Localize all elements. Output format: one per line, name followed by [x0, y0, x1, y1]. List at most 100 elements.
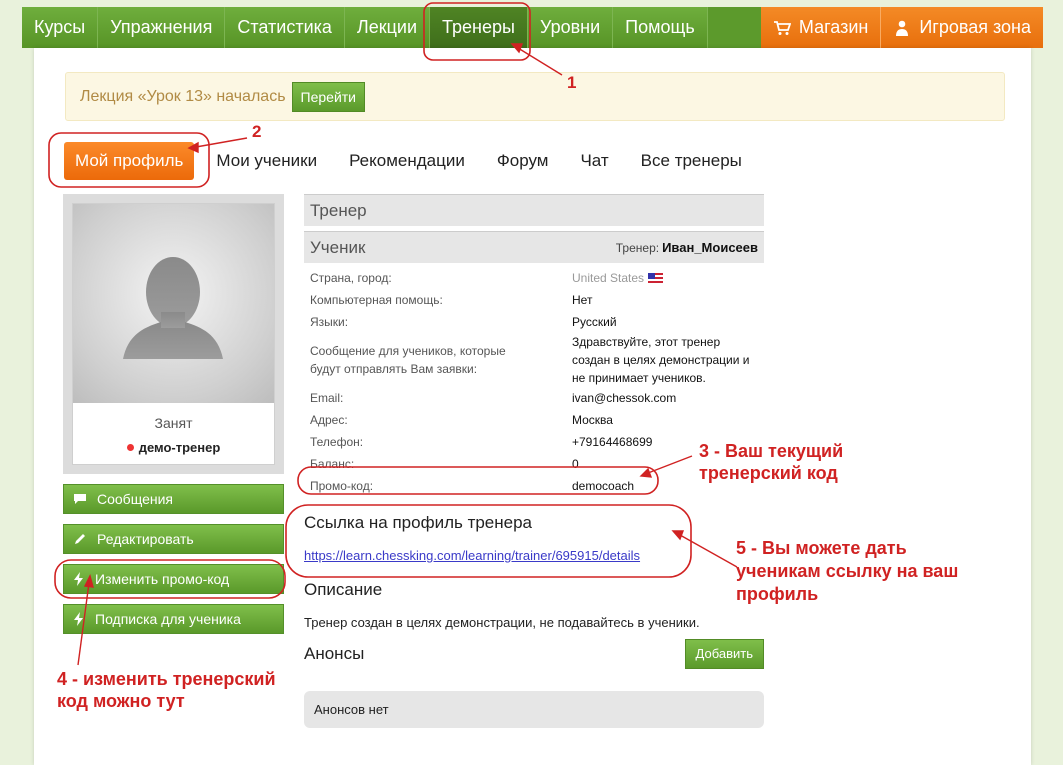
profile-details: Тренер Ученик Тренер: Иван_Моисеев Страна…: [304, 194, 764, 728]
description-text: Тренер создан в целях демонстрации, не п…: [304, 615, 700, 630]
lecture-notice: Лекция «Урок 13» началась Перейти: [65, 72, 1005, 121]
coach-name: Иван_Моисеев: [662, 240, 758, 255]
nav-help[interactable]: Помощь: [613, 7, 708, 48]
profile-card-inner: Занят демо-тренер: [72, 203, 275, 465]
annotation-1: 1: [567, 73, 577, 92]
us-flag-icon: [648, 273, 664, 283]
annotation-5-line2: ученикам ссылку на ваш: [736, 561, 959, 581]
coach-info: Тренер: Иван_Моисеев: [616, 232, 764, 263]
info-key: Компьютерная помощь:: [310, 293, 443, 307]
nav-game-zone-label: Игровая зона: [919, 17, 1031, 37]
trainer-profile-link[interactable]: https://learn.chessking.com/learning/tra…: [304, 548, 640, 563]
go-to-lecture-button[interactable]: Перейти: [291, 81, 366, 112]
profile-link-wrap: https://learn.chessking.com/learning/tra…: [304, 547, 764, 565]
annotation-4-line1: 4 - изменить тренерский: [57, 669, 276, 689]
info-value: Москва: [572, 413, 613, 427]
edit-profile-button[interactable]: Редактировать: [63, 524, 284, 554]
annotation-3-line2: тренерский код: [699, 463, 838, 483]
cart-icon: [773, 20, 791, 35]
table-row: Баланс: 0: [304, 453, 764, 475]
nav-shop-label: Магазин: [798, 17, 869, 37]
announcements-header: Анонсы Добавить: [304, 639, 764, 669]
info-value: ivan@chessok.com: [572, 391, 677, 405]
table-row: Телефон: +79164468699: [304, 431, 764, 453]
nav-trainers[interactable]: Тренеры: [430, 7, 528, 48]
profile-card: Занят демо-тренер: [63, 194, 284, 474]
annotation-5: 5 - Вы можете дать ученикам ссылку на ва…: [736, 537, 958, 606]
annotation-5-line3: профиль: [736, 584, 819, 604]
chat-bubble-icon: [74, 494, 86, 504]
edit-profile-button-label: Редактировать: [97, 531, 194, 547]
nav-shop[interactable]: Магазин: [760, 7, 882, 48]
table-row: Компьютерная помощь: Нет: [304, 289, 764, 311]
info-key: Адрес:: [310, 413, 348, 427]
info-key: Сообщение для учеников, которые будут от…: [310, 344, 506, 376]
trainer-section-header: Тренер: [304, 194, 764, 226]
tab-my-students[interactable]: Мои ученики: [216, 151, 317, 171]
avatar: [73, 204, 274, 403]
info-key: Языки:: [310, 315, 349, 329]
status-dot-icon: [126, 444, 134, 451]
tab-forum[interactable]: Форум: [497, 151, 549, 171]
tab-all-trainers[interactable]: Все тренеры: [641, 151, 742, 171]
pencil-icon: [75, 534, 85, 544]
add-announcement-button[interactable]: Добавить: [684, 639, 764, 669]
page-card: Лекция «Урок 13» началась Перейти Мой пр…: [34, 48, 1031, 765]
profile-role: демо-тренер: [73, 440, 274, 455]
lecture-notice-text: Лекция «Урок 13» началась: [80, 87, 286, 105]
top-navigation: Курсы Упражнения Статистика Лекции Трене…: [22, 7, 1043, 48]
annotation-2: 2: [252, 122, 262, 141]
table-row: Сообщение для учеников, которые будут от…: [304, 333, 764, 387]
annotation-5-line1: 5 - Вы можете дать: [736, 538, 907, 558]
nav-game-zone[interactable]: Игровая зона: [881, 7, 1043, 48]
change-promo-code-button[interactable]: Изменить промо-код: [63, 564, 284, 594]
annotation-4-line2: код можно тут: [57, 691, 185, 711]
avatar-silhouette-icon: [123, 257, 223, 359]
info-value: Русский: [572, 315, 617, 329]
table-row: Email: ivan@chessok.com: [304, 387, 764, 409]
change-promo-code-button-label: Изменить промо-код: [95, 571, 230, 587]
profile-status: Занят: [154, 415, 193, 431]
tab-chat[interactable]: Чат: [580, 151, 608, 171]
country-text: United States: [572, 271, 645, 285]
announcements-empty-box: Анонсов нет: [304, 691, 764, 728]
tab-my-profile[interactable]: Мой профиль: [64, 142, 195, 180]
profile-role-label: демо-тренер: [138, 440, 221, 455]
table-row: Страна, город: United States: [304, 267, 764, 289]
profile-link-title: Ссылка на профиль тренера: [304, 513, 533, 532]
annotation-3-line1: 3 - Ваш текущий: [699, 441, 844, 461]
info-key: Страна, город:: [310, 271, 392, 285]
messages-button[interactable]: Сообщения: [63, 484, 284, 514]
table-row: Языки: Русский: [304, 311, 764, 333]
nav-right-group: Магазин Игровая зона: [760, 7, 1043, 48]
info-value: Здравствуйте, этот тренер создан в целях…: [572, 335, 750, 385]
info-value: Нет: [572, 293, 593, 307]
tab-recommendations[interactable]: Рекомендации: [349, 151, 465, 171]
nav-levels[interactable]: Уровни: [527, 7, 614, 48]
table-row: Адрес: Москва: [304, 409, 764, 431]
annotation-3: 3 - Ваш текущий тренерский код: [699, 440, 843, 484]
nav-courses[interactable]: Курсы: [22, 7, 99, 48]
info-key: Email:: [310, 391, 344, 405]
lightning-icon: [74, 612, 83, 626]
user-icon: [896, 20, 909, 36]
description-title: Описание: [304, 580, 383, 599]
lightning-icon: [74, 572, 83, 586]
student-subscription-button[interactable]: Подписка для ученика: [63, 604, 284, 634]
profile-info-table: Страна, город: United States Компьютерна…: [304, 267, 764, 497]
table-row: Промо-код: democoach: [304, 475, 764, 497]
nav-lectures[interactable]: Лекции: [344, 7, 431, 48]
coach-label: Тренер:: [615, 241, 660, 255]
info-key: Промо-код:: [310, 479, 374, 493]
profile-subtabs: Мой профиль Мои ученики Рекомендации Фор…: [64, 142, 774, 180]
info-value-country: United States: [566, 267, 764, 289]
student-section-title: Ученик: [310, 238, 366, 257]
nav-statistics[interactable]: Статистика: [225, 7, 345, 48]
messages-button-label: Сообщения: [97, 491, 173, 507]
annotation-4: 4 - изменить тренерский код можно тут: [57, 668, 276, 712]
student-section-header: Ученик Тренер: Иван_Моисеев: [304, 231, 764, 263]
student-subscription-button-label: Подписка для ученика: [95, 611, 241, 627]
info-key: Телефон:: [310, 435, 364, 449]
nav-exercises[interactable]: Упражнения: [98, 7, 226, 48]
info-key: Баланс:: [310, 457, 355, 471]
